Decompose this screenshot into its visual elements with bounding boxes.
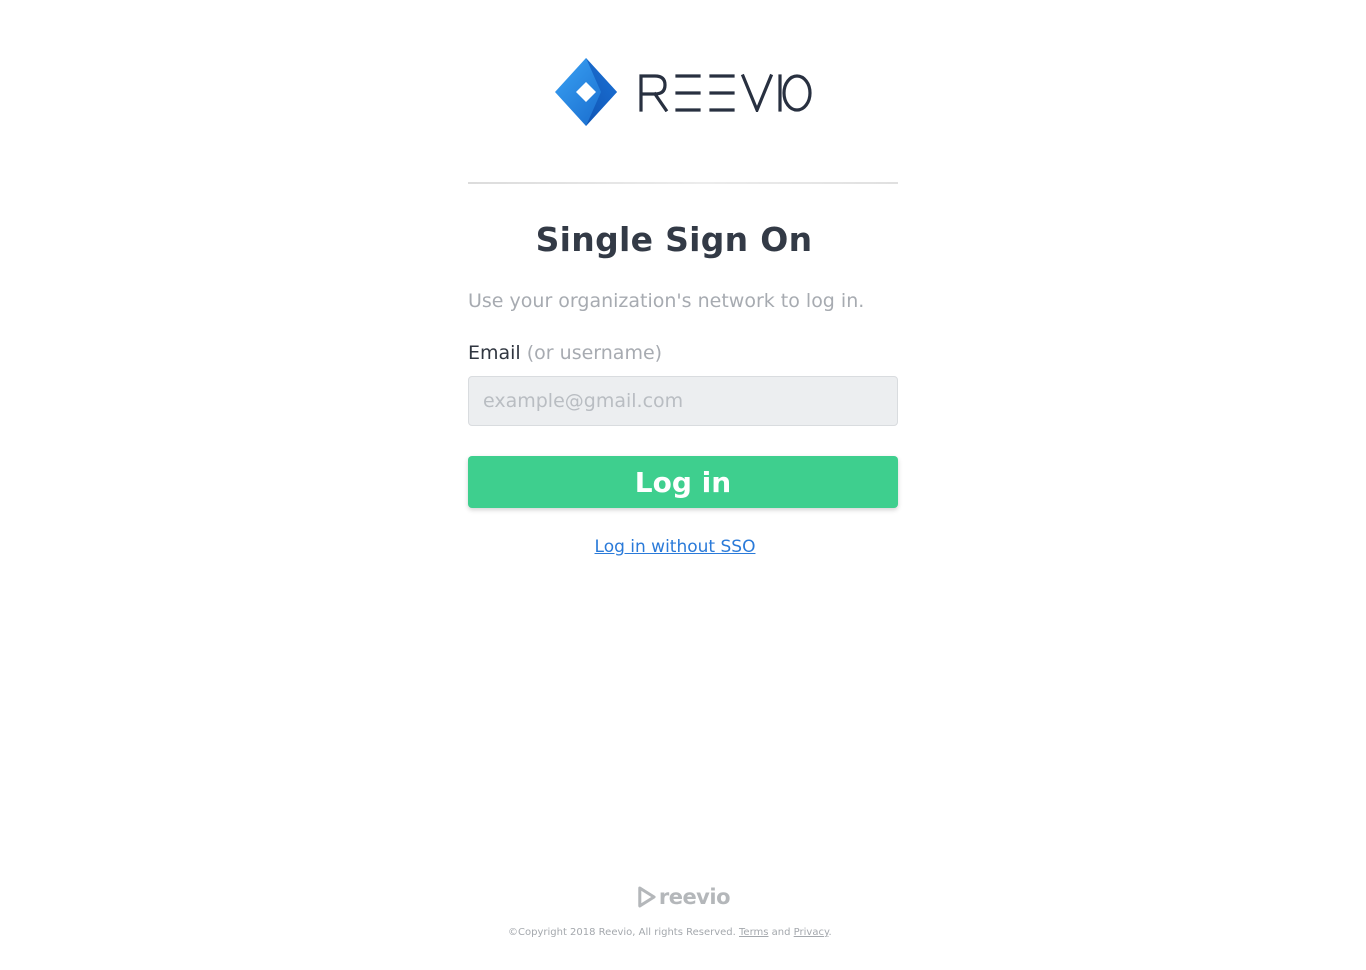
footer-logo: reevio: [638, 884, 731, 910]
period-text: .: [828, 927, 832, 938]
privacy-link[interactable]: Privacy: [794, 927, 829, 938]
terms-link[interactable]: Terms: [739, 927, 768, 938]
play-logo-icon: [638, 886, 656, 908]
email-label: Email (or username): [468, 342, 662, 364]
login-button[interactable]: Log in: [468, 456, 898, 508]
reevio-logo: [555, 58, 815, 126]
page-title: Single Sign On: [535, 220, 813, 259]
sso-login-page: Single Sign On Use your organization's n…: [0, 0, 1366, 970]
email-field[interactable]: [468, 376, 898, 426]
email-label-text: Email: [468, 342, 521, 364]
page-subtitle: Use your organization's network to log i…: [468, 290, 865, 312]
header-divider: [468, 182, 898, 184]
reevio-wordmark: [637, 70, 813, 114]
email-label-hint: (or username): [526, 342, 663, 364]
and-text: and: [771, 927, 791, 938]
diamond-logo-icon: [555, 58, 617, 126]
copyright-text: ©Copyright 2018 Reevio, All rights Reser…: [508, 927, 736, 938]
footer-wordmark: reevio: [658, 885, 731, 909]
login-without-sso-link[interactable]: Log in without SSO: [468, 537, 882, 557]
copyright-line: ©Copyright 2018 Reevio, All rights Reser…: [508, 927, 848, 938]
